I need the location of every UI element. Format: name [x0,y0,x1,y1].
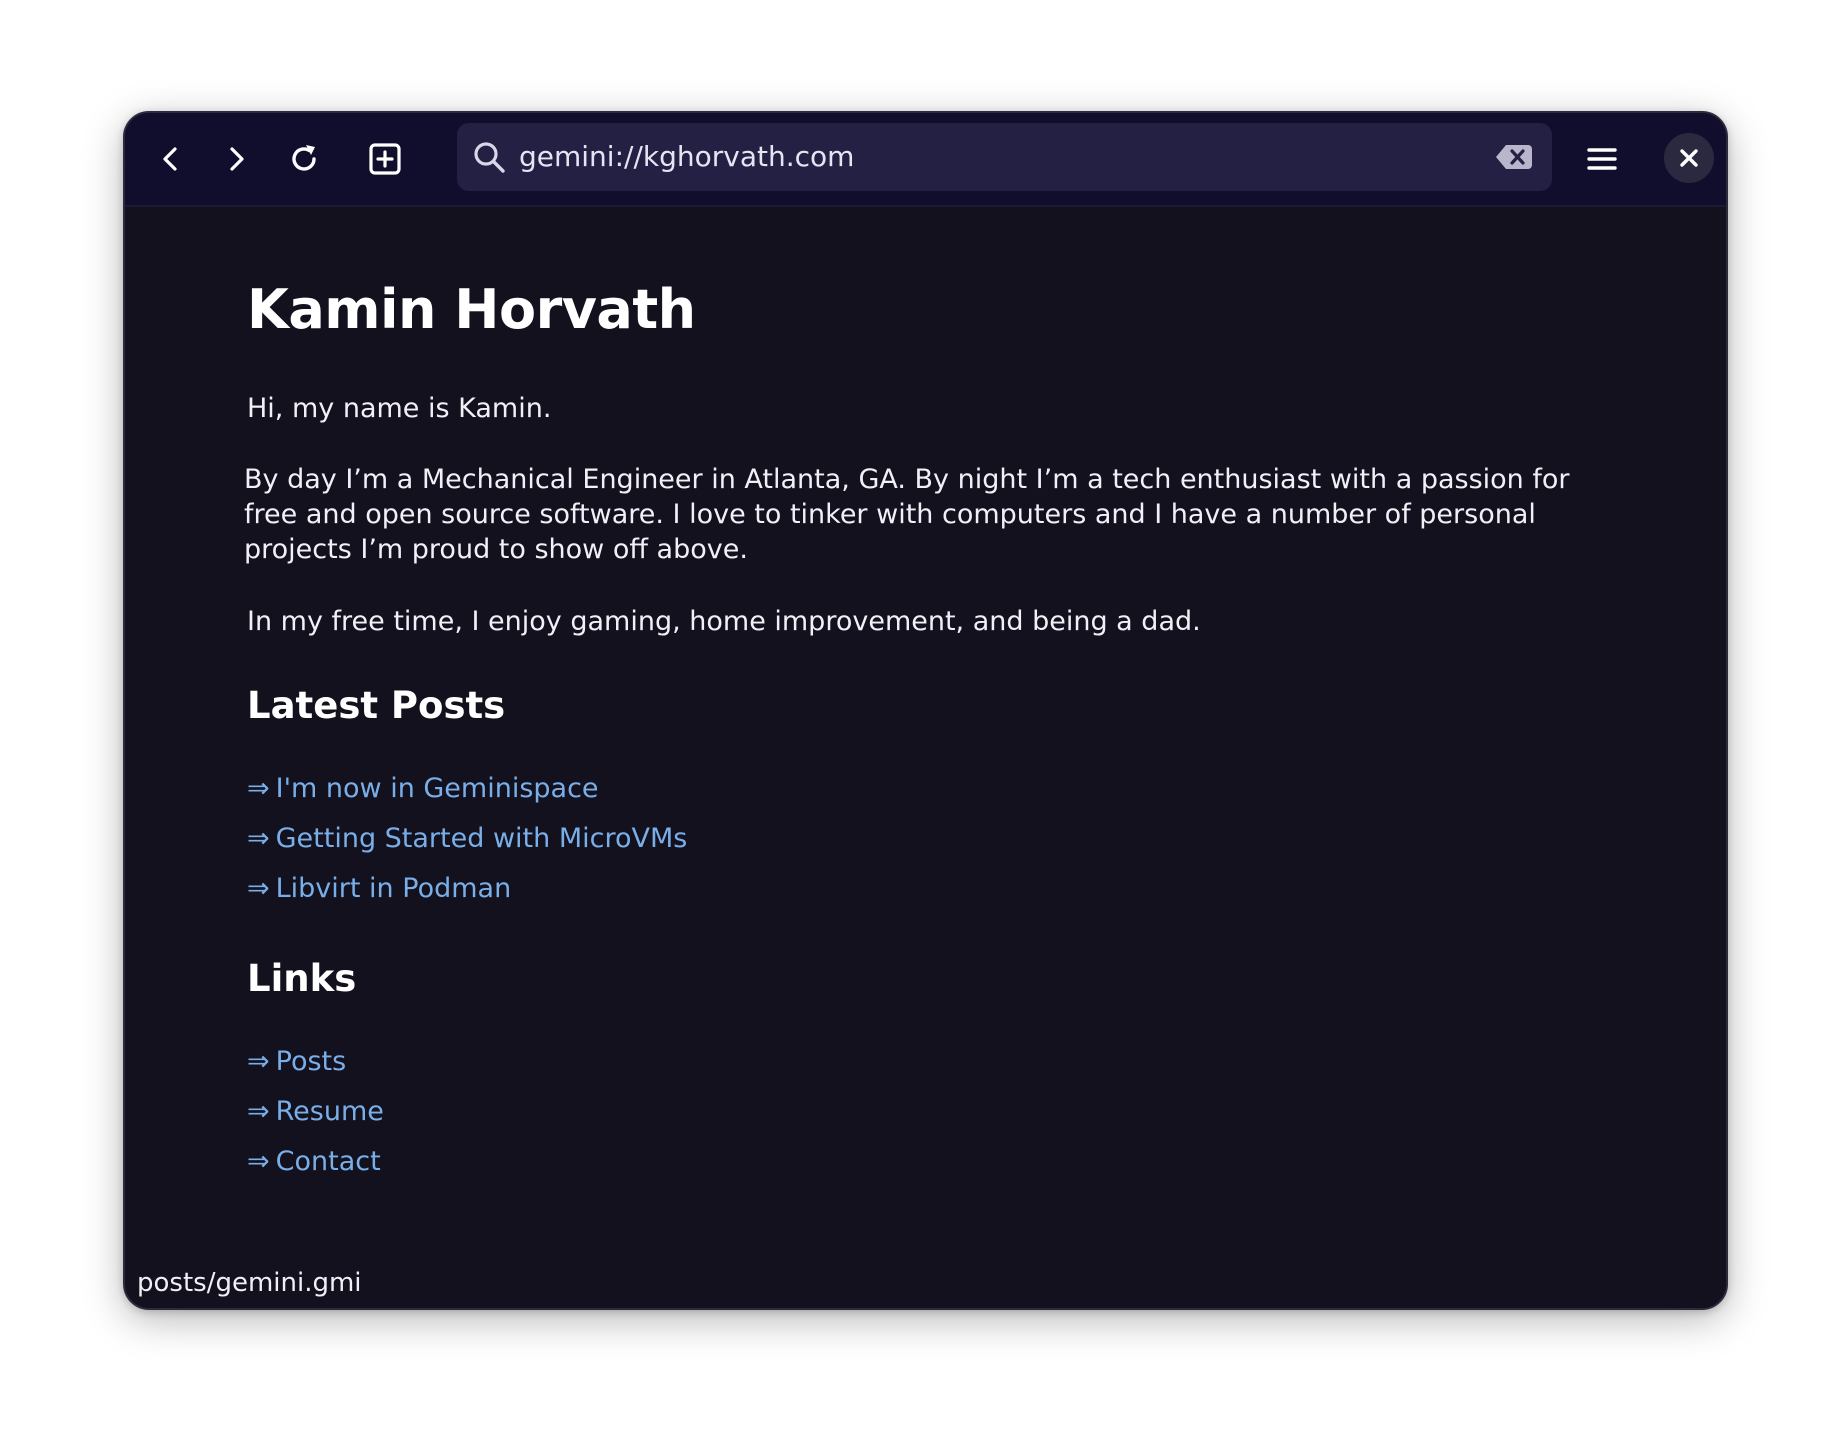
link-label: I'm now in Geminispace [275,773,599,804]
latest-posts-heading: Latest Posts [247,684,506,727]
nav-link-posts[interactable]: ⇒ Posts [247,1046,346,1078]
link-label: Libvirt in Podman [275,873,512,904]
links-heading: Links [247,957,357,1000]
close-icon [1680,149,1698,167]
back-button[interactable] [145,133,197,185]
browser-window: gemini://kghorvath.com Kamin Horvath Hi,… [123,111,1728,1310]
about-paragraph: By day I’m a Mechanical Engineer in Atla… [244,464,1570,565]
intro-paragraph: Hi, my name is Kamin. [247,393,552,424]
url-input[interactable]: gemini://kghorvath.com [519,123,854,191]
link-arrow-icon: ⇒ [247,823,270,854]
reload-icon [292,145,316,171]
status-bar-url: posts/gemini.gmi [137,1268,362,1298]
page-title: Kamin Horvath [247,278,696,341]
search-icon [474,142,505,173]
link-label: Resume [275,1096,384,1127]
forward-button[interactable] [210,133,262,185]
link-arrow-icon: ⇒ [247,773,270,804]
link-label: Posts [275,1046,347,1077]
reload-button[interactable] [278,133,330,185]
link-arrow-icon: ⇒ [247,1096,270,1127]
chevron-right-icon [230,147,244,171]
hamburger-menu-icon [1587,148,1617,170]
free-time-paragraph: In my free time, I enjoy gaming, home im… [247,606,1201,637]
link-arrow-icon: ⇒ [247,1146,270,1177]
link-arrow-icon: ⇒ [247,1046,270,1077]
plus-square-icon [369,143,401,175]
new-tab-button[interactable] [359,133,411,185]
menu-button[interactable] [1576,133,1628,185]
nav-link-contact[interactable]: ⇒ Contact [247,1146,381,1178]
post-link-geminispace[interactable]: ⇒ I'm now in Geminispace [247,773,599,805]
toolbar: gemini://kghorvath.com [125,113,1726,207]
post-link-libvirt[interactable]: ⇒ Libvirt in Podman [247,873,511,905]
backspace-clear-icon[interactable] [1494,141,1534,173]
link-arrow-icon: ⇒ [247,873,270,904]
post-link-microvms[interactable]: ⇒ Getting Started with MicroVMs [247,823,687,855]
link-label: Contact [275,1146,381,1177]
chevron-left-icon [163,147,177,171]
nav-link-resume[interactable]: ⇒ Resume [247,1096,384,1128]
url-bar[interactable]: gemini://kghorvath.com [457,123,1552,191]
close-button[interactable] [1664,133,1714,183]
link-label: Getting Started with MicroVMs [275,823,688,854]
